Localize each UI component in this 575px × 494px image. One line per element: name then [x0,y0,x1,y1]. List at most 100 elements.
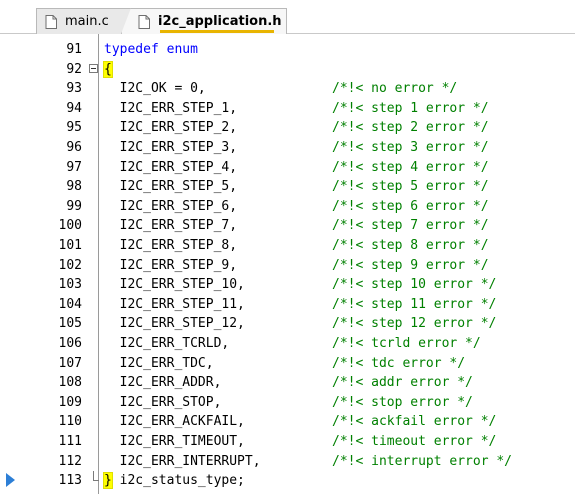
code-comment: /*!< step 7 error */ [332,218,489,234]
code-line: 95 I2C_ERR_STEP_2, /*!< step 2 error */ [0,118,575,138]
line-number: 95 [66,120,82,136]
code-text: I2C_ERR_TDC, [104,354,214,374]
code-text: I2C_OK = 0, [104,79,206,99]
code-comment: /*!< interrupt error */ [332,453,513,469]
code-comment: /*!< no error */ [332,81,458,97]
code-text: I2C_ERR_TIMEOUT, [104,432,245,452]
code-text: I2C_ERR_STEP_6, [104,197,237,217]
line-number: 112 [58,453,82,469]
code-line: 98 I2C_ERR_STEP_5, /*!< step 5 error */ [0,177,575,197]
code-editor-window: main.c i2c_application.h 91 typedef enum 9… [0,0,575,494]
code-text: I2C_ERR_STEP_1, [104,99,237,119]
code-text: I2C_ERR_STEP_3, [104,138,237,158]
code-token: I2C_OK = 0, [104,81,206,97]
code-token: I2C_ERR_TCRLD, [104,336,230,351]
code-token: I2C_ERR_STEP_10, [104,277,245,293]
code-text: I2C_ERR_STEP_11, [104,295,245,315]
tab-label: main.c [65,14,109,29]
code-line: 100 I2C_ERR_STEP_7, /*!< step 7 error */ [0,216,575,236]
code-text: I2C_ERR_STEP_9, [104,256,237,276]
line-number: 100 [58,218,82,234]
code-token: I2C_ERR_STEP_3, [104,140,238,155]
line-number: 99 [66,198,82,214]
line-number: 111 [58,434,82,449]
code-line: 99 I2C_ERR_STEP_6, /*!< step 6 error */ [0,197,575,217]
code-line: 105 I2C_ERR_STEP_12, /*!< step 12 error *… [0,314,575,334]
code-line: 109 I2C_ERR_STOP, /*!< stop error */ [0,393,575,413]
code-line: 92 { [0,60,575,80]
code-token: I2C_ERR_STEP_7, [104,218,238,234]
line-number: 93 [66,81,82,97]
line-number: 101 [58,238,82,253]
line-number: 113 [58,473,82,489]
code-comment: /*!< stop error */ [332,394,473,410]
fold-collapse-icon[interactable] [89,63,98,73]
code-comment: /*!< ackfail error */ [332,414,497,430]
line-number: 106 [58,336,82,351]
code-line: 104 I2C_ERR_STEP_11, /*!< step 11 error *… [0,295,575,315]
line-number: 96 [66,140,82,155]
code-line: 107 I2C_ERR_TDC, /*!< tdc error */ [0,354,575,374]
active-tab-indicator [160,30,274,33]
code-token: I2C_ERR_INTERRUPT, [104,453,261,469]
code-comment: /*!< addr error */ [332,375,473,391]
code-comment: /*!< step 1 error */ [332,100,489,116]
code-comment: /*!< step 3 error */ [332,140,489,155]
code-token: I2C_ERR_STOP, [104,394,222,410]
line-number: 91 [66,42,82,57]
code-line: 108 I2C_ERR_ADDR, /*!< addr error */ [0,373,575,393]
code-token: I2C_ERR_ADDR, [104,375,222,391]
code-token: I2C_ERR_ACKFAIL, [104,414,245,430]
fold-end-marker [93,471,99,482]
tab-label: i2c_application.h [158,14,282,29]
code-comment: /*!< step 10 error */ [332,277,497,293]
code-text: I2C_ERR_STEP_2, [104,118,237,138]
code-line: 91 typedef enum [0,40,575,60]
file-icon [45,14,57,29]
line-number: 102 [58,257,82,273]
code-line: 111 I2C_ERR_TIMEOUT, /*!< timeout error *… [0,432,575,452]
line-number: 92 [66,61,82,77]
code-line: 94 I2C_ERR_STEP_1, /*!< step 1 error */ [0,99,575,119]
code-text: I2C_ERR_TCRLD, [104,334,230,354]
line-number: 109 [58,394,82,410]
code-line: 103 I2C_ERR_STEP_10, /*!< step 10 error *… [0,275,575,295]
code-text: } i2c_status_type; [103,471,245,491]
code-comment: /*!< step 6 error */ [332,198,489,214]
code-token: I2C_ERR_STEP_12, [104,316,245,332]
code-view[interactable]: 91 typedef enum 92 {93 I2C_OK = 0, /*!< no e… [0,34,575,494]
line-number: 105 [58,316,82,332]
file-icon [138,14,150,29]
line-number: 108 [58,375,82,391]
code-comment: /*!< tcrld error */ [332,336,481,351]
code-token: I2C_ERR_STEP_1, [104,100,238,116]
line-number: 98 [66,179,82,195]
code-text: { [103,60,113,80]
code-token: I2C_ERR_STEP_8, [104,238,238,253]
line-number: 103 [58,277,82,293]
code-text: I2C_ERR_STEP_7, [104,216,237,236]
code-comment: /*!< step 11 error */ [332,296,497,312]
code-comment: /*!< step 8 error */ [332,238,489,253]
code-token: I2C_ERR_TIMEOUT, [104,434,245,449]
code-line: 93 I2C_OK = 0, /*!< no error */ [0,79,575,99]
code-token: I2C_ERR_TDC, [104,355,214,371]
tab-bar: main.c i2c_application.h [0,0,575,34]
code-text: I2C_ERR_ACKFAIL, [104,412,245,432]
code-line: 112 I2C_ERR_INTERRUPT, /*!< interrupt err… [0,452,575,472]
line-number: 107 [58,355,82,371]
code-token: i2c_status_type; [111,473,245,489]
code-comment: /*!< tdc error */ [332,355,466,371]
code-text: I2C_ERR_STEP_10, [104,275,245,295]
code-text: I2C_ERR_INTERRUPT, [104,452,261,472]
code-text: I2C_ERR_STEP_8, [104,236,237,256]
code-line: 113 } i2c_status_type; [0,471,575,491]
code-line: 110 I2C_ERR_ACKFAIL, /*!< ackfail error *… [0,412,575,432]
current-line-arrow-icon [6,473,15,488]
code-line: 96 I2C_ERR_STEP_3, /*!< step 3 error */ [0,138,575,158]
line-number: 97 [66,159,82,175]
line-number: 94 [66,100,82,116]
code-token: I2C_ERR_STEP_9, [104,257,238,273]
code-line: 97 I2C_ERR_STEP_4, /*!< step 4 error */ [0,158,575,178]
line-number: 110 [58,414,82,430]
